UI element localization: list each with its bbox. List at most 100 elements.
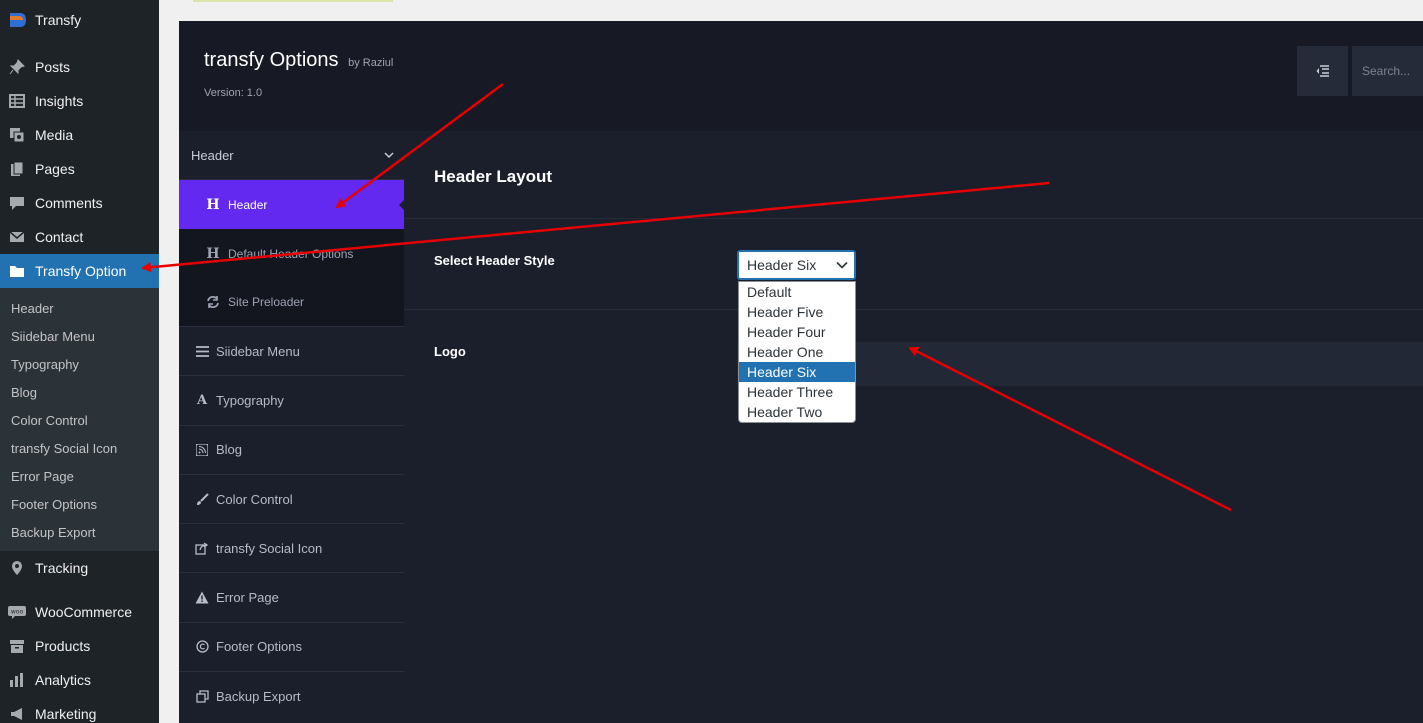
nav-item-typography[interactable]: A Typography [179, 376, 404, 426]
nav-sub-default-header-options[interactable]: H Default Header Options [179, 229, 404, 278]
location-icon [8, 559, 26, 577]
clone-icon [194, 689, 210, 705]
panel-author: by Raziul [348, 57, 394, 69]
menu-tracking[interactable]: Tracking [0, 551, 159, 585]
menu-label: Pages [35, 161, 75, 177]
chevron-down-icon [836, 261, 848, 269]
nav-item-social-icon[interactable]: transfy Social Icon [179, 524, 404, 574]
submenu-item-sidebar-menu[interactable]: Siidebar Menu [0, 322, 159, 350]
submenu-item-backup-export[interactable]: Backup Export [0, 519, 159, 547]
chevron-down-icon [384, 152, 394, 159]
menu-woocommerce[interactable]: woo WooCommerce [0, 595, 159, 629]
share-icon [194, 540, 210, 556]
header-style-label: Select Header Style [434, 253, 555, 268]
nav-group-header[interactable]: Header [179, 131, 404, 180]
site-name: Transfy [35, 12, 82, 28]
menu-label: Insights [35, 93, 84, 109]
menu-pages[interactable]: Pages [0, 152, 159, 186]
panel-title: transfy Options by Raziul [204, 49, 393, 72]
menu-insights[interactable]: Insights [0, 84, 159, 118]
search-input[interactable]: Search... [1352, 46, 1423, 96]
nav-item-sidebar-menu[interactable]: Siidebar Menu [179, 327, 404, 377]
rss-icon [194, 442, 210, 458]
nav-group-label: Header [191, 147, 234, 163]
menu-posts[interactable]: Posts [0, 50, 159, 84]
menu-label: Marketing [35, 705, 97, 722]
nav-item-label: Backup Export [216, 689, 301, 705]
chart-icon [8, 671, 26, 689]
brush-icon [194, 491, 210, 507]
menu-label: Comments [35, 195, 103, 211]
nav-item-label: Siidebar Menu [216, 343, 300, 359]
wp-admin-sidebar: Transfy Posts Insights Media Pages Comme… [0, 0, 159, 723]
woo-icon: woo [8, 603, 26, 621]
divider [404, 218, 1423, 219]
transfy-submenu: Header Siidebar Menu Typography Blog Col… [0, 288, 159, 551]
nav-item-error-page[interactable]: Error Page [179, 573, 404, 623]
admin-top-strip [159, 0, 1423, 21]
table-icon [8, 92, 26, 110]
dropdown-option[interactable]: Header Three [739, 382, 855, 402]
font-icon: A [196, 392, 208, 408]
logo-label: Logo [434, 344, 466, 359]
header-style-value: Header Six [747, 257, 817, 273]
warning-icon [194, 590, 210, 606]
nav-item-label: transfy Social Icon [216, 540, 323, 556]
divider [404, 309, 1423, 310]
submenu-item-header[interactable]: Header [0, 294, 159, 322]
dropdown-option[interactable]: Header One [739, 342, 855, 362]
options-panel: transfy Options by Raziul Version: 1.0 S… [179, 21, 1423, 723]
svg-text:woo: woo [11, 608, 24, 615]
panel-title-text: transfy Options [204, 49, 339, 71]
pin-icon [8, 58, 26, 76]
menu-transfy-option[interactable]: Transfy Option [0, 254, 159, 288]
submenu-item-typography[interactable]: Typography [0, 350, 159, 378]
menu-label: Tracking [35, 559, 89, 576]
dropdown-option[interactable]: Default [739, 282, 855, 302]
nav-item-label: Footer Options [216, 639, 302, 655]
menu-label: WooCommerce [35, 603, 132, 620]
nav-sub-header[interactable]: H Header [179, 180, 405, 229]
submenu-item-color-control[interactable]: Color Control [0, 406, 159, 434]
menu-marketing[interactable]: Marketing [0, 697, 159, 723]
dropdown-option[interactable]: Header Four [739, 322, 855, 342]
site-brand[interactable]: Transfy [0, 0, 159, 40]
collapse-menu-button[interactable] [1297, 46, 1348, 96]
refresh-icon [205, 295, 221, 309]
dropdown-option[interactable]: Header Two [739, 402, 855, 422]
bars-icon [194, 343, 210, 359]
transfy-logo-icon [10, 13, 26, 27]
nav-item-backup-export[interactable]: Backup Export [179, 672, 404, 721]
media-icon [8, 126, 26, 144]
menu-products[interactable]: Products [0, 629, 159, 663]
dropdown-option-selected[interactable]: Header Six [739, 362, 855, 382]
panel-header: transfy Options by Raziul Version: 1.0 S… [179, 21, 1423, 131]
menu-media[interactable]: Media [0, 118, 159, 152]
dropdown-option[interactable]: Header Five [739, 302, 855, 322]
nav-sub-label: Site Preloader [228, 295, 305, 309]
menu-label: Analytics [35, 671, 92, 688]
copyright-icon [194, 639, 210, 655]
heading-icon: H [206, 196, 220, 213]
menu-label: Transfy Option [35, 263, 127, 279]
comment-icon [8, 194, 26, 212]
nav-item-blog[interactable]: Blog [179, 426, 404, 475]
nav-item-footer-options[interactable]: Footer Options [179, 623, 404, 673]
nav-item-label: Typography [216, 392, 284, 408]
nav-sub-site-preloader[interactable]: Site Preloader [179, 278, 404, 327]
indent-icon [1316, 65, 1329, 77]
submenu-item-error-page[interactable]: Error Page [0, 463, 159, 491]
submenu-item-blog[interactable]: Blog [0, 378, 159, 406]
menu-contact[interactable]: Contact [0, 220, 159, 254]
submenu-item-social-icon[interactable]: transfy Social Icon [0, 434, 159, 462]
nav-item-color-control[interactable]: Color Control [179, 475, 404, 525]
menu-analytics[interactable]: Analytics [0, 663, 159, 697]
pages-icon [8, 160, 26, 178]
menu-comments[interactable]: Comments [0, 186, 159, 220]
submenu-item-footer-options[interactable]: Footer Options [0, 491, 159, 519]
options-content: Header Layout Select Header Style Header… [404, 131, 1423, 723]
mail-icon [8, 228, 26, 246]
options-nav: Header H Header H Default Header Options… [179, 131, 405, 723]
panel-version: Version: 1.0 [204, 87, 263, 99]
header-style-select[interactable]: Header Six [737, 250, 856, 280]
